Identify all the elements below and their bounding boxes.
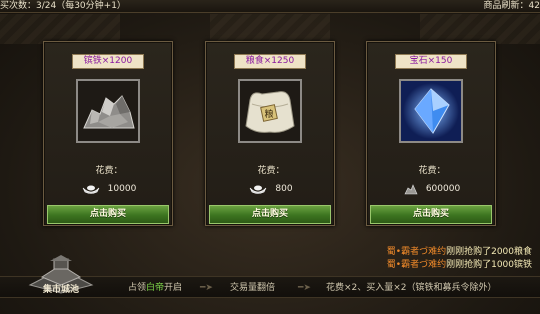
- bonus-step-double: 交易量翻倍: [230, 283, 276, 293]
- background-roof: [0, 14, 120, 44]
- item-title: 宝石×150: [395, 54, 467, 69]
- silver-ingot-icon: [82, 185, 99, 194]
- cost-label: 花费：: [95, 166, 123, 176]
- buy-button[interactable]: 点击购买: [209, 205, 331, 224]
- city-market-label[interactable]: 集市城池: [20, 282, 102, 295]
- iron-ore-icon[interactable]: [76, 79, 140, 143]
- buy-button[interactable]: 点击购买: [370, 205, 492, 224]
- bonus-step-effect: 花费×2、买入量×2（镔铁和募兵令除外）: [326, 283, 497, 293]
- price-row: 10000: [44, 182, 174, 196]
- purchase-count-text: 买次数：3/24（每30分钟+1）: [0, 1, 126, 11]
- background-roof: [210, 14, 330, 44]
- arrow-right-icon: ━➤: [298, 283, 311, 293]
- shop-item-card: 镔铁×1200 花费： 10000 点击购买: [43, 41, 173, 226]
- svg-text:粮: 粮: [264, 108, 273, 120]
- grain-sack-icon[interactable]: 粮: [238, 79, 302, 143]
- price-row: 800: [206, 182, 336, 196]
- purchase-broadcast: 蜀•霸者づ难约刚刚抢购了2000粮食 蜀•霸者づ难约刚刚抢购了1000镔铁: [387, 246, 532, 272]
- broadcast-message: 蜀•霸者づ难约刚刚抢购了1000镔铁: [387, 259, 532, 272]
- step-prefix: 占领: [128, 283, 147, 293]
- cost-label: 花费：: [257, 166, 285, 176]
- silver-ingot-icon: [250, 185, 267, 194]
- item-title: 镔铁×1200: [72, 54, 144, 69]
- price-row: 600000: [367, 182, 497, 196]
- message-text: 刚刚抢购了2000粮食: [446, 247, 532, 257]
- background-roof: [420, 14, 540, 44]
- city-name-highlight[interactable]: 白帝: [146, 283, 164, 293]
- item-title: 粮食×1250: [234, 54, 306, 69]
- shop-item-card: 粮食×1250 粮 花费： 800 点击购买: [205, 41, 335, 226]
- price-value: 10000: [107, 184, 137, 194]
- step-suffix: 开启: [164, 283, 183, 293]
- blue-gem-icon[interactable]: [399, 79, 463, 143]
- player-name[interactable]: 蜀•霸者づ难约: [387, 260, 446, 270]
- player-name[interactable]: 蜀•霸者づ难约: [387, 247, 446, 257]
- price-value: 800: [275, 184, 293, 194]
- refresh-timer-text: 商品刷新：42: [483, 1, 540, 11]
- ore-pile-icon: [404, 184, 418, 195]
- buy-button[interactable]: 点击购买: [47, 205, 169, 224]
- price-value: 600000: [425, 184, 461, 194]
- top-status-bar: 买次数：3/24（每30分钟+1） 商品刷新：42: [0, 0, 540, 13]
- message-text: 刚刚抢购了1000镔铁: [446, 260, 532, 270]
- broadcast-message: 蜀•霸者づ难约刚刚抢购了2000粮食: [387, 246, 532, 259]
- arrow-right-icon: ━➤: [200, 283, 213, 293]
- cost-label: 花费：: [418, 166, 446, 176]
- shop-item-card: 宝石×150 花费： 600000 点击购买: [366, 41, 496, 226]
- bonus-step-occupy: 占领白帝开启: [128, 277, 182, 299]
